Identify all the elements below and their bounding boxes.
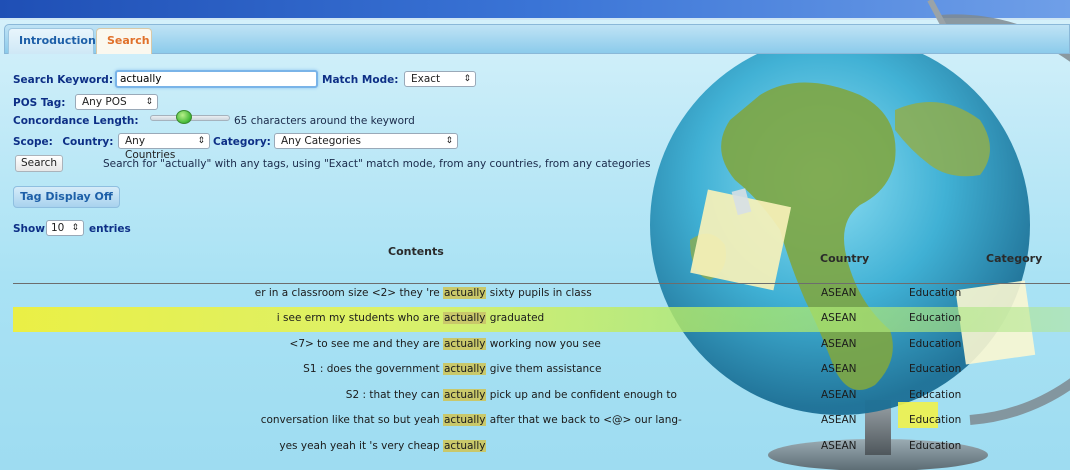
country-label: Country:: [62, 136, 114, 148]
keyword-highlight: actually: [443, 389, 487, 401]
row-category: Education: [909, 363, 962, 375]
updown-icon: ⇕: [145, 97, 153, 107]
context-left: S1 : does the government: [303, 363, 443, 375]
concordance-text-wrap: 65 characters around the keyword: [234, 114, 415, 127]
concordance-label-wrap: Concordance Length:: [13, 114, 139, 127]
context-right: sixty pupils in class: [486, 287, 592, 299]
table-row[interactable]: S2 : that they can actually pick up and …: [13, 384, 1070, 409]
category-value: Any Categories: [281, 135, 361, 147]
row-category: Education: [909, 389, 962, 401]
context-left: S2 : that they can: [345, 389, 443, 401]
concordance-length-label: Concordance Length:: [13, 115, 139, 127]
entries-label: entries: [89, 223, 131, 235]
match-label-wrap: Match Mode:: [322, 73, 398, 86]
keyword-highlight: actually: [443, 287, 487, 299]
search-button[interactable]: Search: [15, 155, 63, 172]
row-country: ASEAN: [821, 389, 857, 401]
table-row[interactable]: i see erm my students who are actually g…: [13, 307, 1070, 332]
search-keyword-input[interactable]: [115, 70, 318, 88]
table-row[interactable]: conversation like that so but yeah actua…: [13, 409, 1070, 434]
context-left: er in a classroom size <2> they 're: [254, 287, 443, 299]
table-row[interactable]: er in a classroom size <2> they 're actu…: [13, 282, 1070, 307]
keyword-label-wrap: Search Keyword:: [13, 73, 113, 86]
top-banner: [0, 0, 1070, 20]
context-right: pick up and be confident enough to: [486, 389, 677, 401]
tab-bar: Introduction Search: [4, 24, 1070, 54]
entries-label-wrap: entries: [89, 222, 131, 235]
concordance-slider-thumb[interactable]: [176, 110, 192, 124]
keyword-highlight: actually: [443, 338, 487, 350]
concordance-length-text: 65 characters around the keyword: [234, 115, 415, 127]
context-left: conversation like that so but yeah: [260, 414, 443, 426]
row-country: ASEAN: [821, 338, 857, 350]
row-content: yes yeah yeah it 's very cheap actually: [279, 440, 487, 452]
keyword-highlight: actually: [443, 414, 487, 426]
keyword-highlight: actually: [443, 440, 487, 452]
row-category: Education: [909, 338, 962, 350]
tag-display-toggle-button[interactable]: Tag Display Off: [13, 186, 120, 208]
row-category: Education: [909, 440, 962, 452]
category-label: Category:: [213, 136, 271, 148]
scope-label: Scope:: [13, 136, 53, 148]
row-country: ASEAN: [821, 440, 857, 452]
row-content: S1 : does the government actually give t…: [303, 363, 601, 375]
row-category: Education: [909, 312, 962, 324]
header-country[interactable]: Country: [820, 252, 869, 265]
keyword-highlight: actually: [443, 312, 487, 324]
context-left: i see erm my students who are: [276, 312, 443, 324]
context-left: yes yeah yeah it 's very cheap: [279, 440, 443, 452]
table-row[interactable]: yes yeah yeah it 's very cheap actually A…: [13, 435, 1070, 460]
row-country: ASEAN: [821, 287, 857, 299]
row-country: ASEAN: [821, 414, 857, 426]
show-label: Show: [13, 223, 45, 235]
pos-tag-select[interactable]: Any POS ⇕: [75, 94, 158, 110]
row-country: ASEAN: [821, 363, 857, 375]
scope-row: Scope: Country:: [13, 135, 113, 148]
row-content: i see erm my students who are actually g…: [277, 312, 544, 324]
tab-search[interactable]: Search: [96, 28, 152, 54]
entries-select[interactable]: 10 ⇕: [46, 220, 84, 236]
context-right: working now you see: [486, 338, 601, 350]
updown-icon: ⇕: [197, 136, 205, 146]
pos-label-wrap: POS Tag:: [13, 96, 65, 109]
context-right: give them assistance: [486, 363, 602, 375]
search-summary-wrap: Search for "actually" with any tags, usi…: [103, 157, 650, 170]
show-entries-row: Show: [13, 222, 45, 235]
updown-icon: ⇕: [71, 223, 79, 233]
table-row[interactable]: <7> to see me and they are actually work…: [13, 333, 1070, 358]
tab-introduction[interactable]: Introduction: [8, 28, 96, 54]
context-right: graduated: [486, 312, 545, 324]
updown-icon: ⇕: [463, 74, 471, 84]
context-right: after that we back to <@> our lang-: [486, 414, 682, 426]
row-content: er in a classroom size <2> they 're actu…: [255, 287, 592, 299]
pos-tag-label: POS Tag:: [13, 97, 66, 109]
header-category[interactable]: Category: [986, 252, 1042, 265]
match-mode-select[interactable]: Exact ⇕: [404, 71, 476, 87]
pos-tag-value: Any POS: [82, 96, 127, 108]
updown-icon: ⇕: [445, 136, 453, 146]
row-country: ASEAN: [821, 312, 857, 324]
row-content: conversation like that so but yeah actua…: [261, 414, 682, 426]
match-mode-label: Match Mode:: [322, 74, 399, 86]
keyword-highlight: actually: [443, 363, 487, 375]
row-content: S2 : that they can actually pick up and …: [346, 389, 677, 401]
match-mode-value: Exact: [411, 73, 441, 85]
country-select[interactable]: Any Countries ⇕: [118, 133, 210, 161]
context-left: <7> to see me and they are: [289, 338, 443, 350]
row-category: Education: [909, 414, 962, 426]
category-label-wrap: Category:: [213, 135, 271, 148]
table-row[interactable]: S1 : does the government actually give t…: [13, 358, 1070, 383]
row-content: <7> to see me and they are actually work…: [290, 338, 601, 350]
search-keyword-label: Search Keyword:: [13, 74, 114, 86]
entries-value: 10: [51, 222, 65, 234]
category-select[interactable]: Any Categories ⇕: [274, 133, 458, 149]
search-summary: Search for "actually" with any tags, usi…: [103, 158, 651, 170]
header-contents[interactable]: Contents: [388, 245, 444, 258]
row-category: Education: [909, 287, 962, 299]
